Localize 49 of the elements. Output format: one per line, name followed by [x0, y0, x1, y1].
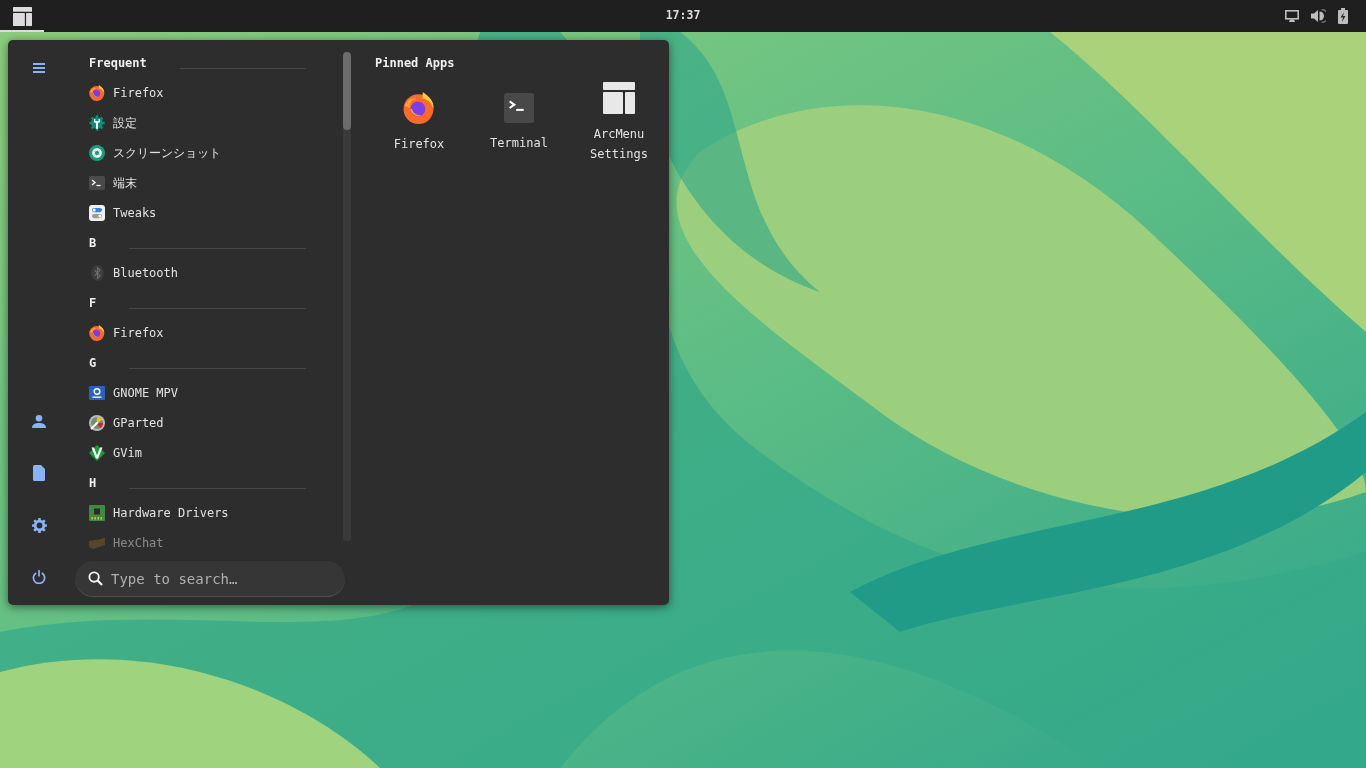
chip-icon — [89, 505, 105, 521]
power-icon — [32, 570, 46, 584]
app-list-item[interactable]: Firefox — [75, 78, 343, 108]
section-title: Pinned Apps — [375, 55, 455, 72]
menu-icon — [33, 63, 45, 73]
section-title: H — [89, 475, 97, 492]
disk-pie-icon — [89, 415, 105, 431]
app-list-item[interactable]: Hardware Drivers — [75, 498, 343, 528]
scrollbar[interactable] — [343, 52, 351, 541]
app-list-item[interactable]: Tweaks — [75, 198, 343, 228]
app-list-item[interactable]: GVim — [75, 438, 343, 468]
section-title: F — [89, 295, 97, 312]
volume-icon[interactable] — [1311, 9, 1326, 23]
pinned-app[interactable]: ArcMenu Settings — [569, 78, 669, 168]
app-list-item[interactable]: 端末 — [75, 168, 343, 198]
layout-icon — [603, 82, 635, 114]
search-icon — [88, 571, 103, 586]
app-list-item[interactable]: Firefox — [75, 318, 343, 348]
person-icon — [32, 414, 46, 428]
video-icon — [89, 386, 105, 400]
fox-globe-icon — [89, 325, 105, 341]
monitor-icon[interactable] — [1285, 10, 1299, 22]
terminal-icon — [504, 93, 534, 123]
app-list-item[interactable]: Bluetooth — [75, 258, 343, 288]
banner-icon — [89, 537, 105, 549]
search-field[interactable]: Type to search… — [75, 561, 345, 597]
fox-globe-icon — [403, 92, 435, 124]
app-list-item[interactable]: スクリーンショット — [75, 138, 343, 168]
settings-icon — [31, 517, 47, 533]
pinned-app[interactable]: Terminal — [469, 78, 569, 168]
section-title: G — [89, 355, 97, 372]
fox-globe-icon — [89, 85, 105, 101]
section-title: Frequent — [89, 55, 147, 72]
gear-wrench-icon — [89, 115, 105, 131]
aperture-icon — [89, 145, 105, 161]
app-list-item[interactable]: GNOME MPV — [75, 378, 343, 408]
bluetooth-icon — [90, 265, 104, 281]
battery-icon[interactable] — [1338, 8, 1348, 24]
v-logo-icon — [89, 445, 105, 461]
scrollbar-thumb[interactable] — [343, 52, 351, 130]
layout-icon — [12, 6, 32, 26]
document-icon — [33, 465, 45, 481]
terminal-icon — [89, 176, 105, 190]
app-list-item[interactable]: 設定 — [75, 108, 343, 138]
clock[interactable]: 17:37 — [665, 7, 701, 25]
pinned-app[interactable]: Firefox — [369, 78, 469, 168]
app-list-item[interactable]: GParted — [75, 408, 343, 438]
section-title: B — [89, 235, 97, 252]
toggles-icon — [89, 205, 105, 221]
